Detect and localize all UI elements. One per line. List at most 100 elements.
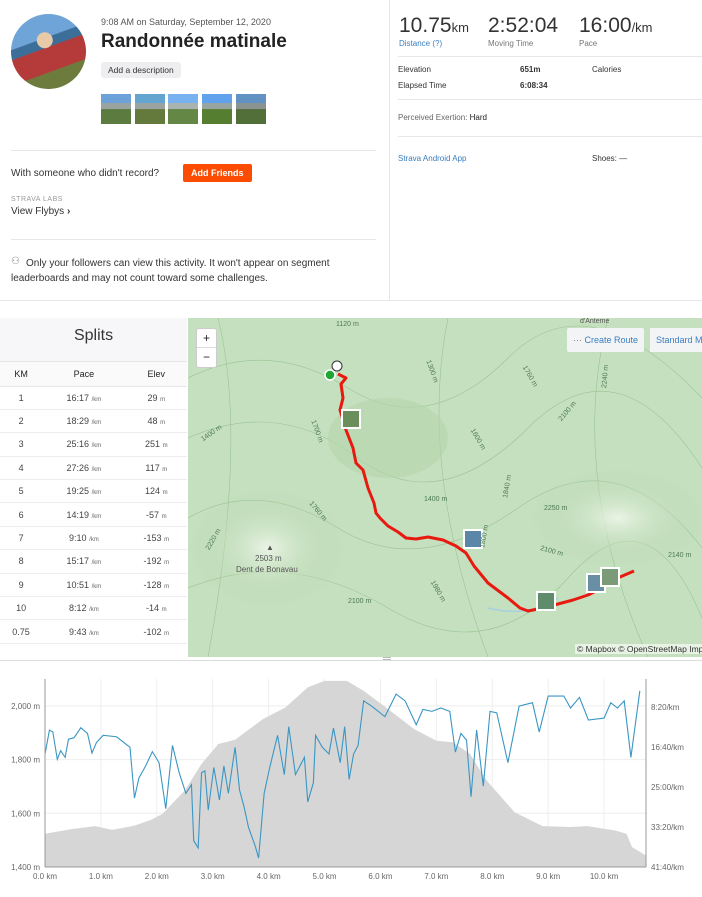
start-marker bbox=[324, 369, 336, 381]
split-pace-unit: /km bbox=[91, 560, 102, 567]
split-pace: 16:17 /km bbox=[42, 386, 126, 410]
split-pace: 15:17 /km bbox=[42, 549, 126, 574]
add-description-button[interactable]: Add a description bbox=[101, 62, 181, 78]
elevation-pace-chart[interactable]: 0.0 km 1.0 km 2.0 km 3.0 km 4.0 km 5.0 km 6.0 … bbox=[0, 660, 702, 891]
map-label: 1400 m bbox=[424, 496, 448, 503]
split-row[interactable]: 0.75 9:43 /km -102 m bbox=[0, 619, 187, 644]
shoes-value: — bbox=[619, 154, 628, 163]
split-km: 4 bbox=[0, 456, 43, 481]
split-km: 5 bbox=[0, 479, 43, 504]
device-link[interactable]: Strava Android App bbox=[398, 154, 467, 163]
map-photo-marker[interactable] bbox=[536, 591, 556, 611]
activity-title[interactable]: Randonnée matinale bbox=[101, 31, 287, 53]
split-row[interactable]: 5 19:25 /km 124 m bbox=[0, 479, 187, 504]
elapsed-time-value: 6:08:34 bbox=[520, 81, 548, 90]
split-pace-value: 8:12 bbox=[69, 603, 87, 614]
split-pace: 8:12 /km bbox=[42, 596, 126, 621]
split-row[interactable]: 2 18:29 /km 48 m bbox=[0, 409, 187, 434]
x-tick-label: 5.0 km bbox=[313, 872, 337, 881]
split-km: 0.75 bbox=[0, 619, 43, 644]
divider bbox=[11, 239, 376, 240]
split-elev-value: 48 bbox=[147, 416, 158, 427]
split-elev-unit: m bbox=[161, 607, 167, 614]
splits-title: Splits bbox=[0, 318, 187, 362]
calories-label: Calories bbox=[592, 65, 622, 74]
zoom-in-button[interactable]: + bbox=[197, 329, 216, 348]
split-row[interactable]: 8 15:17 /km -192 m bbox=[0, 549, 187, 574]
split-elev-value: 117 bbox=[145, 462, 160, 473]
photo-thumbnail[interactable] bbox=[101, 94, 131, 124]
shoes: Shoes: — bbox=[592, 154, 627, 163]
split-pace-unit: /km bbox=[91, 420, 102, 427]
map-terrain bbox=[188, 318, 702, 657]
divider bbox=[398, 136, 702, 137]
split-pace-value: 16:17 bbox=[66, 392, 90, 403]
x-tick-label: 2.0 km bbox=[145, 872, 169, 881]
peak-elevation: 2503 m bbox=[255, 554, 282, 563]
athlete-avatar[interactable] bbox=[11, 14, 86, 89]
x-tick-label: 6.0 km bbox=[368, 872, 392, 881]
photo-thumbnail[interactable] bbox=[168, 94, 198, 124]
divider bbox=[11, 150, 376, 151]
moving-time-value: 2:52:04 bbox=[488, 14, 559, 37]
split-pace-value: 10:51 bbox=[66, 579, 90, 590]
split-elev-value: -153 bbox=[143, 533, 162, 544]
split-row[interactable]: 4 27:26 /km 117 m bbox=[0, 456, 187, 481]
exertion-value: Hard bbox=[469, 113, 487, 122]
photo-thumbnail[interactable] bbox=[236, 94, 266, 124]
split-elev-unit: m bbox=[164, 583, 170, 590]
split-elev: -153 m bbox=[125, 526, 187, 551]
route-map[interactable]: 1120 m d'Anteme 1400 m 1700 m 1300 m 176… bbox=[188, 318, 702, 657]
split-pace-value: 14:19 bbox=[66, 509, 90, 520]
x-tick-label: 4.0 km bbox=[257, 872, 281, 881]
split-km: 10 bbox=[0, 596, 43, 621]
map-photo-marker[interactable] bbox=[341, 409, 361, 429]
photo-thumbnail[interactable] bbox=[202, 94, 232, 124]
split-row[interactable]: 1 16:17 /km 29 m bbox=[0, 386, 187, 410]
split-pace-value: 9:43 bbox=[69, 626, 87, 637]
split-pace: 27:26 /km bbox=[42, 456, 126, 481]
view-flybys-link[interactable]: View Flybys › bbox=[11, 206, 70, 217]
distance-value: 10.75 bbox=[399, 14, 452, 37]
split-elev-unit: m bbox=[161, 513, 167, 520]
peak-name: Dent de Bonavau bbox=[236, 565, 298, 574]
add-friends-button[interactable]: Add Friends bbox=[183, 164, 252, 182]
split-elev-unit: m bbox=[164, 630, 170, 637]
x-tick-label: 0.0 km bbox=[33, 872, 57, 881]
shoes-label: Shoes: bbox=[592, 154, 617, 163]
split-row[interactable]: 6 14:19 /km -57 m bbox=[0, 502, 187, 527]
split-row[interactable]: 7 9:10 /km -153 m bbox=[0, 526, 187, 551]
photo-thumbnail[interactable] bbox=[135, 94, 165, 124]
add-friends-prompt: With someone who didn't record? bbox=[11, 168, 160, 179]
split-elev: 124 m bbox=[125, 479, 187, 504]
x-tick-label: 3.0 km bbox=[201, 872, 225, 881]
split-elev-unit: m bbox=[160, 420, 166, 427]
zoom-out-button[interactable]: − bbox=[197, 348, 216, 367]
split-elev-value: 124 bbox=[145, 486, 161, 497]
pace-value: 16:00 bbox=[579, 14, 632, 37]
split-row[interactable]: 10 8:12 /km -14 m bbox=[0, 596, 187, 621]
perceived-exertion: Perceived Exertion: Hard bbox=[398, 113, 487, 122]
split-elev: 251 m bbox=[125, 432, 187, 457]
x-tick-label: 9.0 km bbox=[536, 872, 560, 881]
create-route-button[interactable]: ⋯ Create Route bbox=[567, 328, 645, 352]
map-style-button[interactable]: Standard Map bbox=[650, 328, 702, 352]
split-elev: -128 m bbox=[125, 573, 187, 598]
split-elev-unit: m bbox=[162, 466, 168, 473]
split-elev-value: 29 bbox=[147, 392, 158, 403]
split-elev: 29 m bbox=[125, 386, 187, 410]
split-elev: 48 m bbox=[125, 409, 187, 434]
split-elev-value: -14 bbox=[146, 603, 160, 614]
distance-help-link[interactable]: Distance (?) bbox=[399, 39, 442, 48]
split-row[interactable]: 3 25:16 /km 251 m bbox=[0, 432, 187, 457]
map-photo-marker[interactable] bbox=[600, 567, 620, 587]
split-pace: 19:25 /km bbox=[42, 479, 126, 504]
map-label: 2250 m bbox=[544, 505, 568, 512]
column-divider bbox=[389, 0, 390, 300]
split-row[interactable]: 9 10:51 /km -128 m bbox=[0, 573, 187, 598]
split-pace-unit: /km bbox=[89, 537, 99, 544]
map-label: 2140 m bbox=[668, 552, 692, 559]
split-pace-value: 9:10 bbox=[69, 533, 87, 544]
map-attribution[interactable]: © Mapbox © OpenStreetMap Improve this ma… bbox=[575, 644, 702, 654]
split-elev-unit: m bbox=[162, 490, 168, 497]
